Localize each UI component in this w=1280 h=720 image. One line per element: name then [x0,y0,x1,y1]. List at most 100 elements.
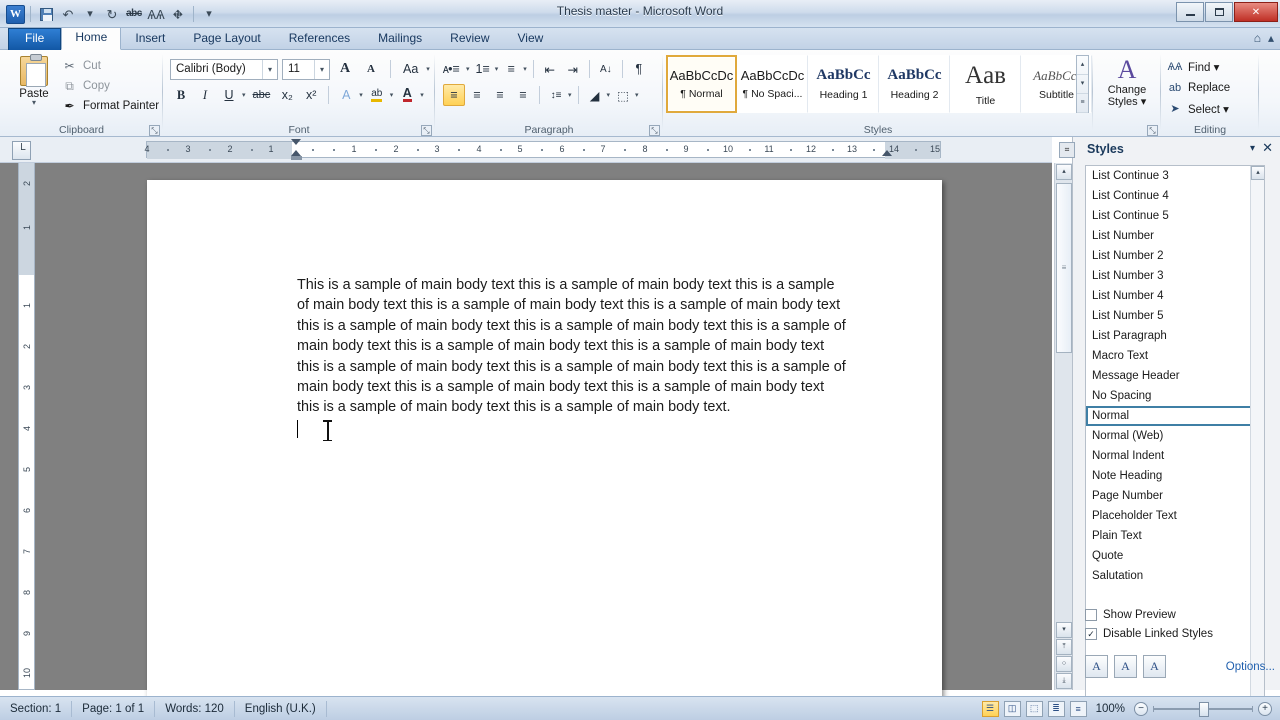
next-page-button[interactable]: ⤓ [1056,673,1072,689]
style-list-item[interactable]: Note Heading¶a [1086,466,1264,486]
decrease-indent-button[interactable]: ⇤ [539,58,561,80]
help-icon[interactable]: ⌂ [1254,31,1261,45]
style-list-item[interactable]: List Paragraph¶ [1086,326,1264,346]
bullets-button[interactable]: •≡ [443,58,465,80]
font-dialog-launcher[interactable]: ⤡ [421,125,432,136]
styles-scroll-up-button[interactable]: ▴ [1251,166,1264,180]
clipboard-dialog-launcher[interactable]: ⤡ [149,125,160,136]
right-indent-marker[interactable] [882,150,892,156]
line-spacing-dropdown-icon[interactable]: ▾ [568,91,572,99]
close-button[interactable]: ✕ [1234,2,1278,22]
shading-button[interactable]: ◢ [584,84,606,106]
tab-references[interactable]: References [275,28,364,50]
style-list-item[interactable]: Page Numbera [1086,486,1264,506]
document-page[interactable]: This is a sample of main body text this … [147,180,942,700]
tab-mailings[interactable]: Mailings [364,28,436,50]
style-gallery-item-no-spacing[interactable]: AaBbCcDc ¶ No Spaci... [737,55,808,113]
gallery-scroll-down-icon[interactable]: ▾ [1077,75,1088,94]
tab-file[interactable]: File [8,28,62,50]
full-screen-reading-view-button[interactable]: ◫ [1003,700,1021,717]
style-gallery-item-title[interactable]: Aaв Title [950,55,1021,113]
horizontal-ruler[interactable]: └ 4 3 2 1 1 2 3 4 5 6 7 8 9 10 11 12 13 … [0,137,1052,163]
underline-button[interactable]: U [218,84,240,106]
scrollbar-thumb[interactable]: ≡ [1056,183,1072,353]
gallery-scroll-up-icon[interactable]: ▴ [1077,56,1088,75]
copy-button[interactable]: ⧉ Copy [62,76,159,96]
cut-button[interactable]: ✂ Cut [62,56,159,76]
style-list-item[interactable]: List Number 3¶ [1086,266,1264,286]
change-styles-button[interactable]: A Change Styles ▾ [1100,56,1154,109]
line-spacing-button[interactable]: ↕≡ [545,84,567,106]
document-canvas[interactable]: This is a sample of main body text this … [0,163,1052,700]
style-list-item[interactable]: No Spacing¶ [1086,386,1264,406]
change-case-dropdown-icon[interactable]: ▾ [426,65,430,73]
text-effects-button[interactable]: A [335,84,357,106]
align-center-button[interactable]: ≡ [466,84,488,106]
status-page[interactable]: Page: 1 of 1 [72,700,156,717]
superscript-button[interactable]: x² [300,84,322,106]
styles-pane-pin-icon[interactable]: ⌗ [1059,142,1075,158]
show-preview-checkbox-row[interactable]: Show Preview [1085,605,1275,624]
shrink-font-button[interactable]: A [360,58,382,80]
numbering-dropdown-icon[interactable]: ▾ [495,65,499,73]
font-color-button[interactable]: A [396,84,418,106]
tab-view[interactable]: View [504,28,558,50]
tab-review[interactable]: Review [436,28,503,50]
numbering-button[interactable]: 1≡ [472,58,494,80]
ruler-track[interactable]: 4 3 2 1 1 2 3 4 5 6 7 8 9 10 11 12 13 14… [144,141,941,159]
new-style-button[interactable]: A [1085,655,1108,678]
document-body-text[interactable]: This is a sample of main body text this … [297,275,848,418]
align-left-button[interactable]: ≡ [443,84,465,106]
highlight-dropdown-icon[interactable]: ▾ [390,91,394,99]
paste-button[interactable]: Paste ▾ [10,54,58,107]
borders-button[interactable]: ⬚ [612,84,634,106]
zoom-level-label[interactable]: 100% [1096,703,1125,715]
change-case-button[interactable]: Aa [399,58,422,80]
styles-pane-menu-icon[interactable]: ▾ [1250,143,1255,154]
scroll-up-button[interactable]: ▴ [1056,164,1072,180]
underline-dropdown-icon[interactable]: ▾ [242,91,246,99]
bold-button[interactable]: B [170,84,192,106]
style-list-item[interactable]: List Number 5¶ [1086,306,1264,326]
minimize-ribbon-icon[interactable]: ▴ [1268,31,1274,45]
styles-gallery-scrollbar[interactable]: ▴ ▾ ≡ [1076,55,1089,113]
maximize-button[interactable] [1205,2,1233,22]
first-line-indent-marker[interactable] [291,139,301,145]
bullets-dropdown-icon[interactable]: ▾ [466,65,470,73]
increase-indent-button[interactable]: ⇥ [562,58,584,80]
text-effects-dropdown-icon[interactable]: ▾ [359,91,363,99]
find-button[interactable]: ѦѦ Find ▾ [1167,56,1230,77]
web-layout-view-button[interactable]: ⬚ [1025,700,1043,717]
show-preview-checkbox[interactable] [1085,608,1097,621]
replace-button[interactable]: ab Replace [1167,77,1230,98]
strikethrough-button[interactable]: abc [249,84,275,106]
shading-dropdown-icon[interactable]: ▾ [607,91,611,99]
styles-options-link[interactable]: Options... [1226,661,1275,673]
justify-button[interactable]: ≡ [512,84,534,106]
left-indent-marker[interactable] [291,156,302,160]
tab-page-layout[interactable]: Page Layout [179,28,274,50]
minimize-button[interactable] [1176,2,1204,22]
style-list-item[interactable]: List Continue 5¶ [1086,206,1264,226]
style-list-item[interactable]: List Number 4¶ [1086,286,1264,306]
tab-home[interactable]: Home [61,27,122,50]
disable-linked-styles-checkbox[interactable]: ✓ [1085,627,1097,640]
disable-linked-styles-checkbox-row[interactable]: ✓ Disable Linked Styles [1085,624,1275,643]
gallery-more-icon[interactable]: ≡ [1077,94,1088,113]
align-right-button[interactable]: ≡ [489,84,511,106]
style-gallery-item-heading-1[interactable]: AaBbCс Heading 1 [808,55,879,113]
style-gallery-item-normal[interactable]: AaBbCcDc ¶ Normal [666,55,737,113]
tab-insert[interactable]: Insert [121,28,179,50]
outline-view-button[interactable]: ≣ [1047,700,1065,717]
style-list-item[interactable]: Macro Text¶a [1086,346,1264,366]
style-list-item[interactable]: List Continue 4¶ [1086,186,1264,206]
style-inspector-button[interactable]: A [1114,655,1137,678]
show-formatting-marks-button[interactable]: ¶ [628,58,650,80]
style-list-item[interactable]: Plain Text¶a [1086,526,1264,546]
grow-font-button[interactable]: A [334,58,356,80]
style-list-item[interactable]: Normal Indent¶ [1086,446,1264,466]
status-words[interactable]: Words: 120 [155,700,235,717]
style-list-item[interactable]: Placeholder Texta [1086,506,1264,526]
zoom-slider[interactable] [1153,701,1253,717]
borders-dropdown-icon[interactable]: ▾ [635,91,639,99]
